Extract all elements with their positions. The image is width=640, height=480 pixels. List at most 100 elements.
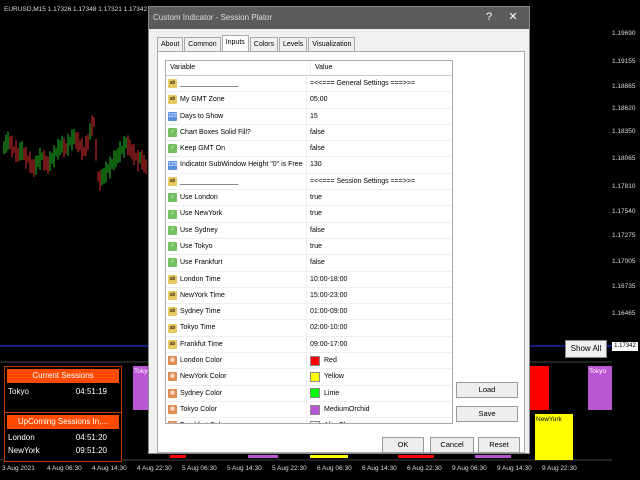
value-cell[interactable]: true [307, 239, 452, 254]
cancel-button[interactable]: Cancel [430, 437, 474, 453]
value-cell[interactable]: Yellow [307, 369, 452, 384]
help-button[interactable]: ? [479, 9, 499, 26]
current-sessions-panel: Current Sessions Tokyo 04:51:19 [4, 366, 122, 414]
price-tick-label: 1.18350 [612, 128, 636, 135]
input-row[interactable]: ab My GMT Zone 05:00 [166, 92, 452, 109]
variable-name: NewYork Time [180, 291, 225, 299]
input-row[interactable]: ▦Frankfurt Color AliceBlue [166, 418, 452, 423]
value-cell[interactable]: 15:00-23:00 [307, 288, 452, 303]
session-marker [475, 455, 511, 458]
value-cell[interactable]: 05:00 [307, 92, 452, 107]
value-cell[interactable]: AliceBlue [307, 418, 452, 423]
value-cell[interactable]: =<<=== Session Settings ===>>= [307, 174, 452, 189]
input-row[interactable]: 123 Days to Show 15 [166, 108, 452, 125]
variable-cell: ab My GMT Zone [166, 92, 307, 108]
input-row[interactable]: ab Sydney Time 01:00-09:00 [166, 304, 452, 321]
input-row[interactable]: ab Frankfut Time 09:00-17:00 [166, 336, 452, 354]
session-marker [398, 455, 434, 458]
value-cell[interactable]: false [307, 125, 452, 140]
session-time: 09:51:20 [75, 446, 107, 455]
input-row[interactable]: ✓ Use Tokyo true [166, 238, 452, 256]
time-tick-label: 3 Aug 2021 [2, 465, 35, 472]
value-cell[interactable]: 130 [307, 157, 452, 172]
input-row[interactable]: ab Tokyo Time 02:00-10:00 [166, 320, 452, 337]
input-row[interactable]: ✓ Use NewYork true [166, 206, 452, 223]
inputs-grid[interactable]: Variable Value ab _______________ =<<=== G… [165, 60, 453, 424]
value-cell[interactable]: 01:00-09:00 [307, 304, 452, 319]
input-row[interactable]: ▦ Tokyo Color MediumOrchid [166, 401, 452, 419]
ab-type-icon: ab [168, 291, 177, 300]
tab-levels[interactable]: Levels [279, 37, 308, 51]
value-cell[interactable]: false [307, 141, 452, 156]
value-text: 10:00-18:00 [310, 275, 348, 283]
input-row[interactable]: ▦ NewYork Color Yellow [166, 369, 452, 386]
value-text: =<<=== Session Settings ===>>= [310, 177, 416, 185]
variable-cell: 123 Indicator SubWindow Height "0" is Fre… [166, 157, 307, 173]
price-tick-label: 1.19690 [612, 30, 636, 37]
input-row[interactable]: ✓ Keep GMT On false [166, 141, 452, 158]
tab-common[interactable]: Common [184, 37, 221, 51]
input-row[interactable]: ✓ Use London true [166, 190, 452, 207]
input-row[interactable]: ▦ London Color Red [166, 353, 452, 370]
input-row[interactable]: ab _______________ =<<=== General Settings… [166, 76, 452, 93]
value-cell[interactable]: MediumOrchid [307, 402, 452, 417]
tab-visualization[interactable]: Visualization [308, 37, 356, 51]
save-button[interactable]: Save [456, 406, 518, 422]
session-marker [170, 455, 186, 458]
value-text: 15:00-23:00 [310, 291, 348, 299]
show-all-button[interactable]: Show All [565, 340, 607, 358]
col-type-icon: ▦ [168, 405, 177, 415]
value-cell[interactable]: Lime [307, 386, 452, 401]
value-cell[interactable]: =<<=== General Settings ===>>= [307, 76, 452, 91]
value-column-header: Value [315, 64, 333, 71]
current-sessions-title: Current Sessions [7, 369, 119, 383]
value-cell[interactable]: false [307, 223, 452, 238]
value-cell[interactable]: 15 [307, 109, 452, 124]
variable-name: London Time [180, 275, 221, 283]
value-cell[interactable]: true [307, 206, 452, 221]
variable-cell: ▦ NewYork Color [166, 369, 307, 385]
variable-cell: ab _______________ [166, 76, 307, 92]
reset-button[interactable]: Reset [478, 437, 520, 453]
input-row[interactable]: ✓ Use Sydney false [166, 222, 452, 239]
price-tick-label: 1.17810 [612, 183, 636, 190]
variable-name: Frankfut Time [180, 340, 223, 348]
tab-colors[interactable]: Colors [249, 37, 279, 51]
session-marker [310, 455, 348, 458]
variable-name: Tokyo Color [180, 405, 217, 413]
value-cell[interactable]: Red [307, 353, 452, 368]
variable-cell: 123 Days to Show [166, 108, 307, 124]
variable-name: Frankfurt Color [180, 418, 227, 423]
variable-cell: ✓ Use London [166, 190, 307, 206]
input-row[interactable]: ab _______________ =<<=== Session Settings… [166, 173, 452, 191]
variable-cell: ▦Frankfurt Color [166, 418, 307, 423]
variable-cell: ✓ Keep GMT On [166, 141, 307, 157]
variable-name: Indicator SubWindow Height "0" is Free [180, 161, 303, 169]
input-row[interactable]: ab NewYork Time 15:00-23:00 [166, 287, 452, 305]
tab-about[interactable]: About [157, 37, 184, 51]
dialog-titlebar[interactable]: Custom Indicator - Session Plator ? ✕ [149, 7, 529, 29]
newyork-session-box: NewYork [535, 414, 573, 460]
inputs-tab-panel: Variable Value ab _______________ =<<=== G… [157, 51, 525, 453]
load-button[interactable]: Load [456, 382, 518, 398]
value-text: true [310, 194, 323, 202]
close-button[interactable]: ✕ [503, 9, 523, 26]
value-text: false [310, 128, 325, 136]
value-cell[interactable]: 02:00-10:00 [307, 320, 452, 335]
value-cell[interactable]: 10:00-18:00 [307, 272, 452, 287]
input-row[interactable]: 123 Indicator SubWindow Height "0" is Fre… [166, 157, 452, 174]
input-row[interactable]: ab London Time 10:00-18:00 [166, 271, 452, 288]
tab-inputs[interactable]: Inputs [221, 35, 249, 51]
price-tick-label: 1.17540 [612, 208, 636, 215]
input-row[interactable]: ✓ Use Frankfurt false [166, 255, 452, 272]
value-cell[interactable]: 09:00-17:00 [307, 337, 452, 352]
col-type-icon: ▦ [168, 372, 177, 382]
ok-button[interactable]: OK [382, 437, 424, 453]
input-row[interactable]: ✓ Chart Boxes Solid Fill? false [166, 124, 452, 142]
upcoming-sessions-title: UpComing Sessions In,... [7, 415, 119, 429]
ab-type-icon: ab [168, 307, 177, 317]
input-row[interactable]: ▦ Sydney Color Lime [166, 385, 452, 402]
value-cell[interactable]: true [307, 190, 452, 205]
value-cell[interactable]: false [307, 255, 452, 270]
value-text: true [310, 242, 323, 250]
